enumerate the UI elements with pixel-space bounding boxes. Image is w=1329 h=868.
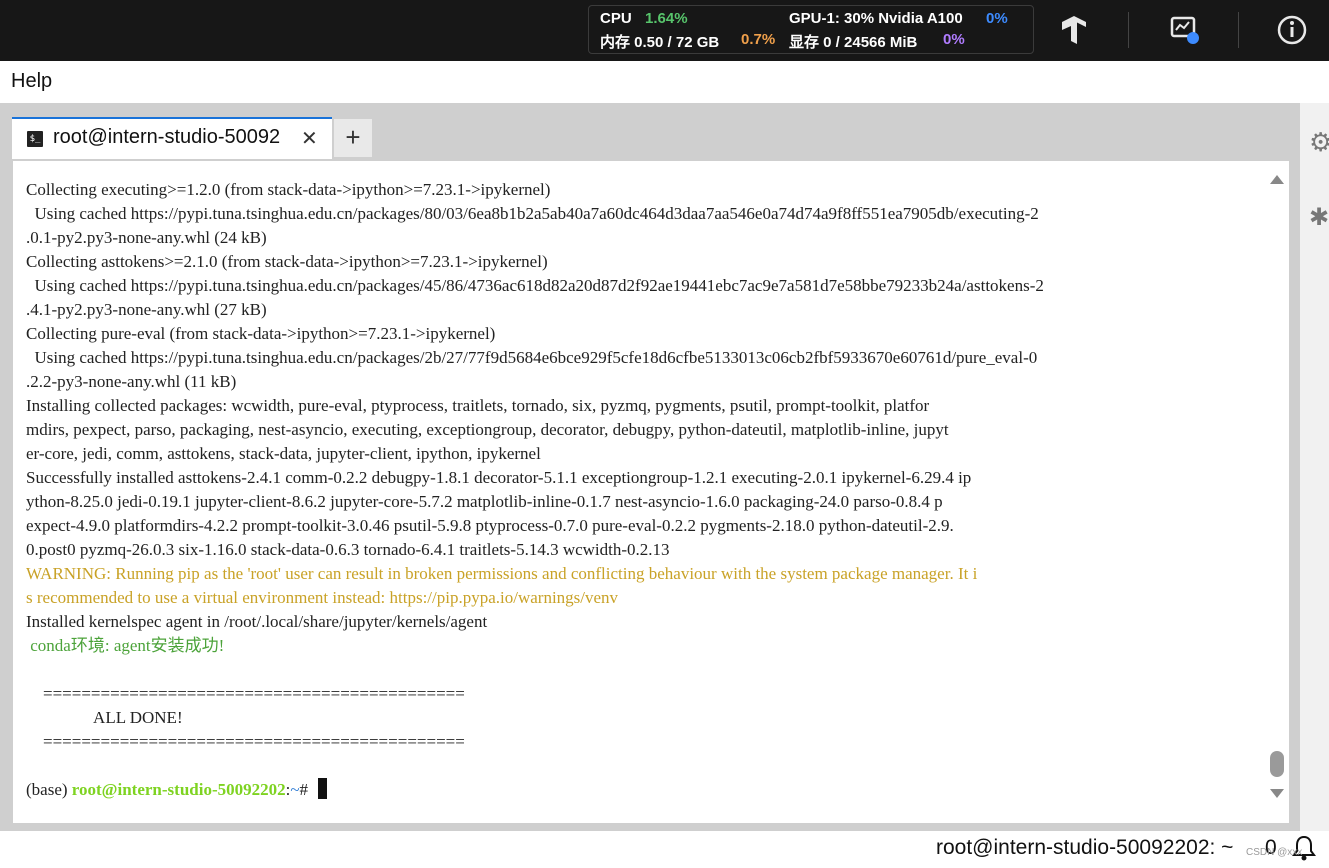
tab-strip: $_ root@intern-studio-50092 ✕ +: [12, 115, 1288, 159]
watermark: CSDN @xxx: [1246, 847, 1303, 858]
terminal-icon: $_: [27, 131, 43, 147]
scrollbar-thumb[interactable]: [1270, 751, 1284, 777]
vram-label: 显存 0 / 24566 MiB: [789, 34, 918, 51]
divider: [1128, 12, 1129, 48]
terminal-line: er-core, jedi, comm, asttokens, stack-da…: [26, 444, 541, 463]
terminal-line: Collecting pure-eval (from stack-data->i…: [26, 324, 496, 343]
prompt-line: (base) root@intern-studio-50092202:~#: [26, 778, 1256, 802]
scroll-up-arrow[interactable]: [1270, 175, 1284, 184]
conda-success-line: conda环境: agent安装成功!: [26, 636, 225, 655]
gpu-percent: 0%: [986, 10, 1008, 27]
close-icon[interactable]: ✕: [301, 126, 318, 151]
warning-line: s recommended to use a virtual environme…: [26, 588, 619, 607]
divider: [1238, 12, 1239, 48]
terminal-panel[interactable]: Collecting executing>=1.2.0 (from stack-…: [13, 161, 1289, 823]
prompt-user: root@intern-studio-50092202: [71, 780, 286, 799]
monitor-settings-icon[interactable]: [1169, 14, 1201, 46]
new-tab-button[interactable]: +: [334, 119, 372, 157]
status-bar: root@intern-studio-50092202: ~ 0 CSDN @x…: [0, 831, 1329, 868]
debugger-icon[interactable]: ✱: [1309, 203, 1329, 232]
terminal-line: Using cached https://pypi.tuna.tsinghua.…: [26, 276, 1044, 295]
memory-percent: 0.7%: [741, 31, 776, 48]
scroll-down-arrow[interactable]: [1270, 789, 1284, 798]
terminal-line: Installing collected packages: wcwidth, …: [26, 396, 930, 415]
terminal-line: Collecting asttokens>=2.1.0 (from stack-…: [26, 252, 548, 271]
terminal-line: 0.post0 pyzmq-26.0.3 six-1.16.0 stack-da…: [26, 540, 670, 559]
menu-help[interactable]: Help: [11, 70, 52, 93]
property-inspector-icon[interactable]: ⚙: [1309, 127, 1329, 158]
separator-line: ========================================…: [26, 732, 465, 751]
terminal-line: mdirs, pexpect, parso, packaging, nest-a…: [26, 420, 949, 439]
cpu-label: CPU: [600, 10, 632, 27]
right-sidebar: ⚙ ✱: [1300, 103, 1329, 831]
terminal-line: .0.1-py2.py3-none-any.whl (24 kB): [26, 228, 267, 247]
terminal-line: Using cached https://pypi.tuna.tsinghua.…: [26, 204, 1039, 223]
resource-monitor: CPU 1.64% 内存 0.50 / 72 GB 0.7% GPU-1: 30…: [588, 5, 1034, 54]
workspace: $_ root@intern-studio-50092 ✕ + Collecti…: [0, 103, 1300, 831]
prompt-hash: #: [299, 780, 313, 799]
terminal-line: expect-4.9.0 platformdirs-4.2.2 prompt-t…: [26, 516, 954, 535]
status-terminal-path: root@intern-studio-50092202: ~: [936, 836, 1234, 859]
terminal-line: Successfully installed asttokens-2.4.1 c…: [26, 468, 972, 487]
separator-line: ========================================…: [26, 684, 465, 703]
all-done-line: ALL DONE!: [26, 708, 183, 727]
warning-line: WARNING: Running pip as the 'root' user …: [26, 564, 978, 583]
tab-terminal[interactable]: $_ root@intern-studio-50092 ✕: [12, 117, 332, 159]
info-icon[interactable]: [1276, 14, 1308, 46]
menu-bar: Help: [0, 61, 1329, 103]
terminal-output: Collecting executing>=1.2.0 (from stack-…: [26, 178, 1256, 802]
tensorflow-icon[interactable]: [1058, 14, 1090, 46]
terminal-line: .2.2-py3-none-any.whl (11 kB): [26, 372, 237, 391]
prompt-path: ~: [290, 780, 300, 799]
memory-label: 内存 0.50 / 72 GB: [600, 34, 720, 51]
top-bar: CPU 1.64% 内存 0.50 / 72 GB 0.7% GPU-1: 30…: [0, 0, 1329, 61]
vram-percent: 0%: [943, 31, 965, 48]
terminal-line: Collecting executing>=1.2.0 (from stack-…: [26, 180, 551, 199]
kernelspec-line: Installed kernelspec agent in /root/.loc…: [26, 612, 488, 631]
prompt-env: (base): [26, 780, 72, 799]
cpu-value: 1.64%: [645, 10, 688, 27]
gpu-label: GPU-1: 30% Nvidia A100: [789, 10, 963, 27]
terminal-cursor: [318, 778, 328, 799]
terminal-line: .4.1-py2.py3-none-any.whl (27 kB): [26, 300, 267, 319]
tab-title: root@intern-studio-50092: [53, 126, 281, 148]
terminal-line: Using cached https://pypi.tuna.tsinghua.…: [26, 348, 1038, 367]
terminal-line: ython-8.25.0 jedi-0.19.1 jupyter-client-…: [26, 492, 943, 511]
